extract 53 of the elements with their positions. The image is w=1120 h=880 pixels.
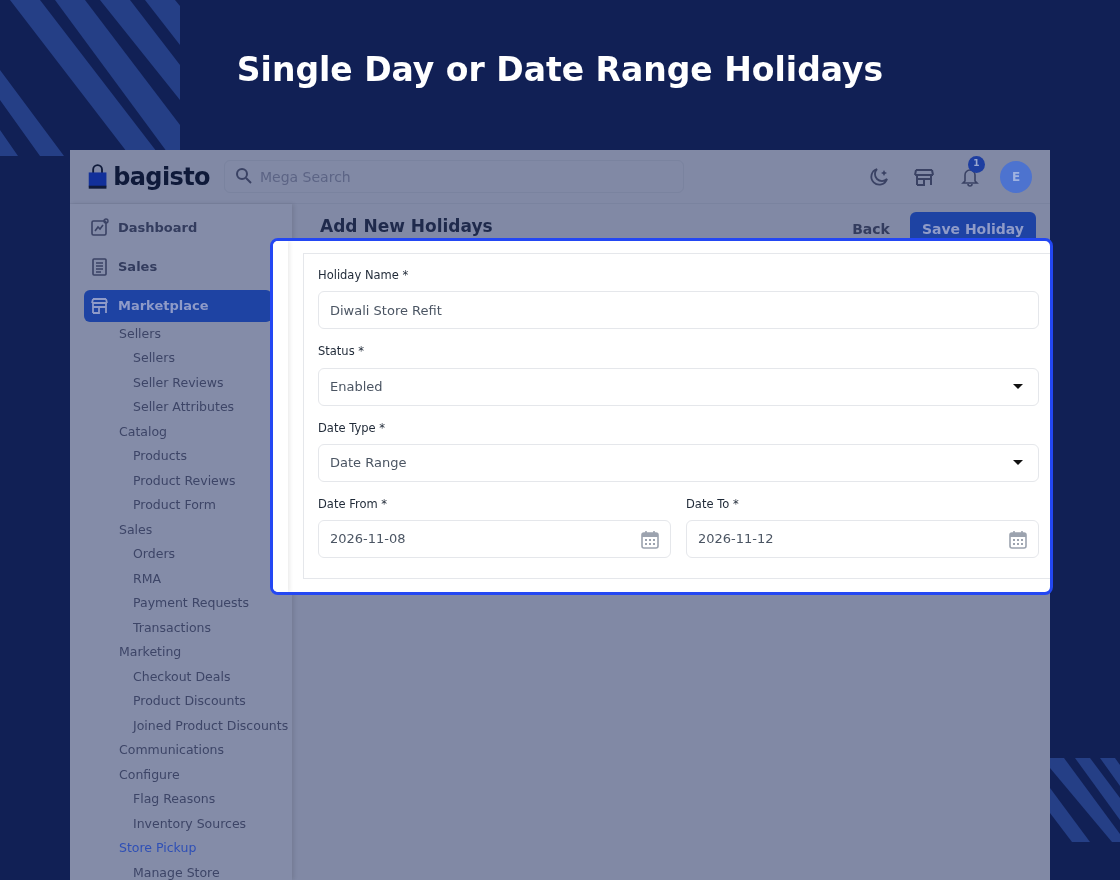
moon-icon[interactable] <box>868 165 890 188</box>
search-icon <box>235 167 253 185</box>
input-field[interactable]: Diwali Store Refit <box>318 291 1039 330</box>
date-field[interactable]: 2026-11-12 <box>686 520 1039 558</box>
caret-icon <box>1013 459 1023 466</box>
select-field[interactable]: Date Range <box>318 443 1039 482</box>
store-icon[interactable] <box>914 167 934 186</box>
avatar[interactable]: E <box>1000 160 1032 193</box>
sidebar-item[interactable]: Sales <box>119 518 153 543</box>
field-label: Holiday Name * <box>318 267 410 284</box>
sidebar-item[interactable]: Payment Requests <box>133 591 249 616</box>
sidebar-item[interactable]: RMA <box>133 567 162 592</box>
sidebar-item[interactable]: Product Form <box>133 493 216 518</box>
field-label: Date From * <box>318 495 389 513</box>
store-icon <box>90 296 109 316</box>
sidebar-item[interactable]: Marketing <box>119 640 182 665</box>
sidebar-item[interactable]: Configure <box>119 763 180 788</box>
sidebar-item[interactable]: Transactions <box>133 616 212 641</box>
bell-icon[interactable] <box>960 166 980 187</box>
sidebar-item[interactable]: Product Discounts <box>133 689 246 714</box>
chart-icon <box>90 218 109 238</box>
sidebar-item[interactable]: Marketplace <box>84 290 272 322</box>
sidebar-item[interactable]: Sales <box>84 251 272 283</box>
notification-badge: 1 <box>968 155 985 173</box>
sidebar-item[interactable]: Seller Reviews <box>133 371 224 396</box>
logo-text: bagisto <box>113 161 210 193</box>
back-button[interactable]: Back <box>852 218 890 240</box>
calendar-icon[interactable] <box>1009 529 1027 549</box>
date-field[interactable]: 2026-11-08 <box>318 520 671 558</box>
sidebar-item[interactable]: Products <box>133 444 187 469</box>
select-field[interactable]: Enabled <box>318 367 1039 406</box>
field-label: Date Type * <box>318 419 386 437</box>
sidebar-item[interactable]: Inventory Sources <box>133 812 247 837</box>
sidebar-item[interactable]: Store Pickup <box>119 836 197 861</box>
sidebar-item[interactable]: Sellers <box>119 322 161 347</box>
sidebar-item[interactable]: Manage Store <box>133 861 220 880</box>
sidebar-item[interactable]: Catalog <box>119 420 167 445</box>
sidebar-item[interactable]: Sellers <box>133 346 175 371</box>
sidebar-item[interactable]: Flag Reasons <box>133 787 216 812</box>
field-label: Date To * <box>686 495 740 513</box>
field-label: Status * <box>318 343 366 361</box>
sidebar-item[interactable]: Seller Attributes <box>133 395 235 420</box>
sidebar-item[interactable]: Orders <box>133 542 176 567</box>
calendar-icon[interactable] <box>641 529 659 549</box>
sidebar-item[interactable]: Joined Product Discounts <box>133 714 289 739</box>
sidebar-item[interactable]: Checkout Deals <box>133 665 231 690</box>
sidebar-item[interactable]: Dashboard <box>84 212 272 244</box>
page-title: Add New Holidays <box>320 215 494 239</box>
headline: Single Day or Date Range Holidays <box>236 49 884 92</box>
document-icon <box>90 257 109 277</box>
caret-icon <box>1013 383 1023 390</box>
sidebar-item[interactable]: Communications <box>119 738 225 763</box>
sidebar-item[interactable]: Product Reviews <box>133 469 236 494</box>
